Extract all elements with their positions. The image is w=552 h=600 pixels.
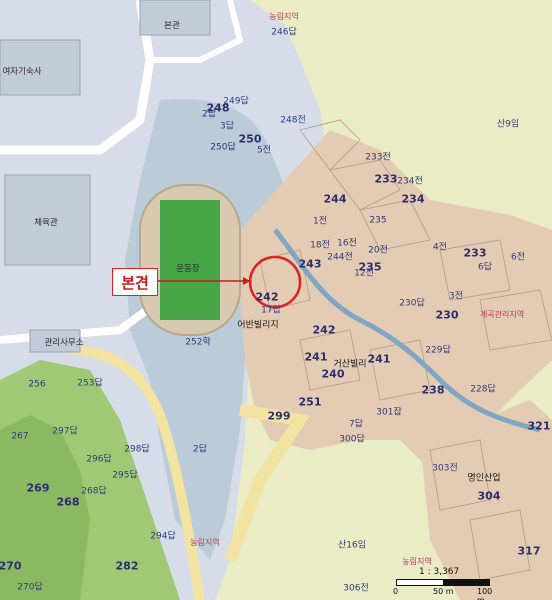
label-dormitory: 여자기숙사 xyxy=(2,66,42,77)
stadium-field xyxy=(160,200,220,320)
label-parcel: 18전 xyxy=(310,240,330,251)
label-gymnasium: 체육관 xyxy=(34,217,58,228)
label-parcel: 2답 xyxy=(192,444,208,455)
label-parcel: 268 xyxy=(56,495,80,509)
label-parcel: 296답 xyxy=(86,454,112,465)
label-parcel: 6답 xyxy=(477,262,493,273)
label-parcel: 241 xyxy=(367,352,391,366)
label-parcel: 298답 xyxy=(124,444,150,455)
label-parcel: 233 xyxy=(463,246,487,260)
label-parcel: 1전 xyxy=(312,216,328,227)
label-parcel: 240 xyxy=(321,367,345,381)
label-parcel: 270 xyxy=(0,559,22,573)
scale-bar-fill xyxy=(443,580,489,585)
label-parcel: 248전 xyxy=(280,115,306,126)
scale-tick-0: 0 xyxy=(393,587,399,596)
label-parcel: 244 xyxy=(323,192,347,206)
label-parcel: 5전 xyxy=(256,145,272,156)
label-parcel: 282 xyxy=(115,559,139,573)
label-parcel: 241 xyxy=(304,350,328,364)
label-parcel: 300답 xyxy=(339,434,365,445)
label-parcel: 16전 xyxy=(337,238,357,249)
cadastral-map[interactable]: 본견 본관 농림지역 246답 여자기숙사 249답 248 248전 250 … xyxy=(0,0,552,600)
label-parcel: 295답 xyxy=(112,470,138,481)
label-parcel: 294답 xyxy=(150,531,176,542)
label-parcel: 243 xyxy=(298,257,322,271)
label-agri-zone: 농림지역 xyxy=(269,12,299,21)
label-parcel: 234 xyxy=(401,192,425,206)
label-parcel: 250 xyxy=(238,132,262,146)
label-agri-zone-3: 농림지역 xyxy=(402,557,432,566)
label-parcel: 304 xyxy=(477,489,501,503)
label-parcel: 246답 xyxy=(271,27,297,38)
scale-bar: 1 : 3,367 0 50 m 100 m xyxy=(393,567,501,600)
label-parcel: 산16임 xyxy=(337,540,367,551)
label-parcel: 268답 xyxy=(81,486,107,497)
label-parcel: 4전 xyxy=(432,242,448,253)
label-parcel: 20전 xyxy=(368,245,388,256)
label-parcel: 238 xyxy=(421,383,445,397)
scale-tick-100: 100 m xyxy=(477,587,493,600)
label-parcel: 251 xyxy=(298,395,322,409)
label-parcel: 270답 xyxy=(17,582,43,593)
label-myungin-industry: 명인산업 xyxy=(467,473,501,484)
label-parcel: 321 xyxy=(527,419,551,433)
label-parcel: 303전 xyxy=(432,463,458,474)
scale-ratio: 1 : 3,367 xyxy=(419,567,460,577)
label-management-zone: 계곡관리지역 xyxy=(479,310,525,319)
label-parcel: 242 xyxy=(255,290,279,304)
label-parcel: 242 xyxy=(312,323,336,337)
scale-bar-graphic xyxy=(396,579,490,586)
label-parcel: 233전 xyxy=(365,152,391,163)
label-parcel: 269 xyxy=(26,481,50,495)
label-sports-field: 운동장 xyxy=(176,263,200,274)
label-parcel: 317 xyxy=(517,544,541,558)
label-parcel: 3답 xyxy=(219,121,235,132)
label-parcel: 256 xyxy=(28,379,46,390)
label-parcel: 229답 xyxy=(425,345,451,356)
label-parcel: 244전 xyxy=(327,252,353,263)
label-parcel: 252학 xyxy=(185,337,211,348)
label-parcel: 306전 xyxy=(343,583,369,594)
label-main-building: 본관 xyxy=(164,20,180,31)
label-parcel: 3전 xyxy=(448,291,464,302)
label-parcel: 6전 xyxy=(510,252,526,263)
label-parcel: 301잡 xyxy=(376,407,402,418)
label-villa: 어반빌리지 xyxy=(237,320,279,331)
label-parcel: 235 xyxy=(369,215,387,226)
label-parcel: 233 xyxy=(374,172,398,186)
label-parcel: 17답 xyxy=(261,305,281,316)
label-parcel: 228답 xyxy=(470,384,496,395)
label-parcel: 230답 xyxy=(399,298,425,309)
label-parcel: 250답 xyxy=(210,142,236,153)
label-parcel: 12전 xyxy=(354,268,374,279)
label-parcel: 253답 xyxy=(77,378,103,389)
label-parcel: 234전 xyxy=(397,176,423,187)
label-parcel: 산9임 xyxy=(496,119,520,130)
scale-tick-50: 50 m xyxy=(433,587,454,596)
label-parcel: 2답 xyxy=(201,109,217,120)
label-parcel: 297답 xyxy=(52,426,78,437)
label-parcel: 230 xyxy=(435,308,459,322)
label-parcel: 267 xyxy=(11,431,29,442)
subject-callout: 본견 xyxy=(112,268,158,296)
label-parcel: 7답 xyxy=(348,419,364,430)
label-parcel: 299 xyxy=(267,409,291,423)
label-admin-office: 관리사무소 xyxy=(44,337,84,348)
label-agri-zone-2: 농림지역 xyxy=(190,538,220,547)
